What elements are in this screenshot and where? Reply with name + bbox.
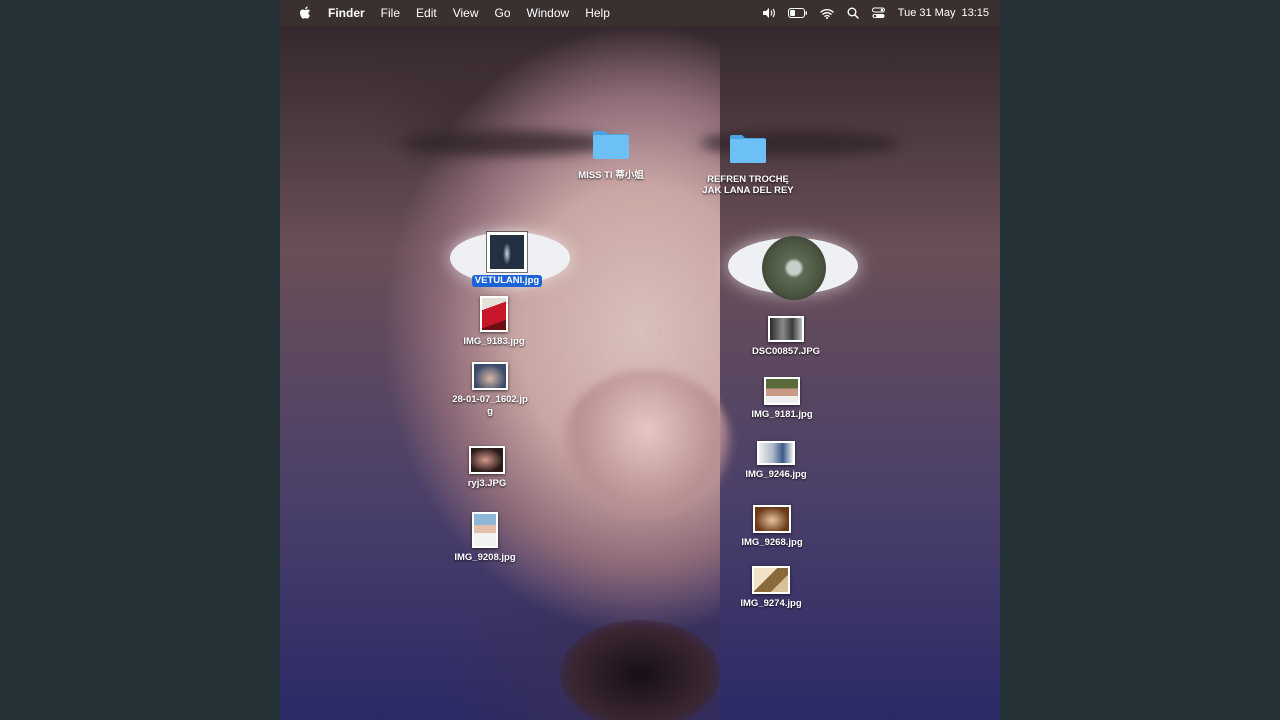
folder-label: MISS TI 蒂小姐 bbox=[578, 169, 644, 181]
spotlight-search-icon[interactable] bbox=[846, 6, 860, 20]
menubar-time: 13:15 bbox=[961, 7, 989, 19]
image-thumbnail-icon bbox=[469, 446, 505, 474]
file-label: DSC00857.JPG bbox=[751, 346, 821, 357]
wallpaper-detail bbox=[562, 370, 732, 520]
apple-menu-icon[interactable] bbox=[298, 5, 312, 21]
control-center-icon[interactable] bbox=[872, 6, 886, 20]
file-label: IMG_9246.jpg bbox=[745, 469, 807, 480]
file-label: VETULANI.jpg bbox=[471, 275, 543, 287]
battery-icon[interactable] bbox=[787, 6, 808, 20]
menu-view[interactable]: View bbox=[453, 6, 479, 20]
file-label: IMG_9274.jpg bbox=[740, 598, 802, 609]
desktop-file[interactable]: 28-01-07_1602.jp g bbox=[444, 362, 536, 417]
menu-help[interactable]: Help bbox=[585, 6, 610, 20]
file-label: IMG_9268.jpg bbox=[741, 537, 803, 548]
volume-icon[interactable] bbox=[762, 6, 776, 20]
desktop-folder[interactable]: MISS TI 蒂小姐 bbox=[568, 128, 654, 181]
desktop-file[interactable]: IMG_9208.jpg bbox=[440, 512, 530, 564]
wifi-icon[interactable] bbox=[820, 6, 834, 20]
file-label: IMG_9183.jpg bbox=[463, 336, 525, 347]
menu-app-finder[interactable]: Finder bbox=[328, 6, 365, 20]
desktop-file[interactable]: IMG_9183.jpg bbox=[448, 296, 540, 348]
image-thumbnail-icon bbox=[753, 505, 791, 533]
wallpaper-detail bbox=[762, 236, 826, 300]
file-label: IMG_9181.jpg bbox=[751, 409, 813, 420]
wallpaper-detail bbox=[560, 620, 720, 720]
image-thumbnail-icon bbox=[752, 566, 790, 594]
menubar-clock[interactable]: Tue 31 May 13:15 bbox=[898, 7, 989, 19]
file-label: 28-01-07_1602.jp g bbox=[452, 394, 528, 417]
desktop-file[interactable]: ryj3.JPG bbox=[442, 446, 532, 490]
image-thumbnail-icon bbox=[472, 512, 498, 548]
desktop-file[interactable]: IMG_9274.jpg bbox=[725, 566, 817, 610]
desktop-file[interactable]: IMG_9268.jpg bbox=[726, 505, 818, 549]
menu-window[interactable]: Window bbox=[527, 6, 570, 20]
desktop-folder[interactable]: REFREN TROCHĘ JAK LANA DEL REY bbox=[698, 132, 798, 197]
image-thumbnail-icon bbox=[472, 362, 508, 390]
folder-label: REFREN TROCHĘ JAK LANA DEL REY bbox=[702, 173, 794, 197]
desktop-file[interactable]: VETULANI.jpg bbox=[462, 232, 552, 287]
menu-go[interactable]: Go bbox=[495, 6, 511, 20]
desktop-file[interactable]: DSC00857.JPG bbox=[740, 316, 832, 358]
menubar-date: Tue 31 May bbox=[897, 7, 956, 19]
image-thumbnail-icon bbox=[757, 441, 795, 465]
image-thumbnail-icon bbox=[487, 232, 527, 272]
desktop-file[interactable]: IMG_9181.jpg bbox=[736, 377, 828, 421]
folder-icon bbox=[730, 135, 766, 163]
image-thumbnail-icon bbox=[480, 296, 508, 332]
image-thumbnail-icon bbox=[764, 377, 800, 405]
file-label: ryj3.JPG bbox=[467, 478, 507, 489]
menu-bar: Finder File Edit View Go Window Help Tue… bbox=[280, 0, 1000, 26]
image-thumbnail-icon bbox=[768, 316, 804, 342]
file-label: IMG_9208.jpg bbox=[454, 552, 516, 563]
menu-file[interactable]: File bbox=[381, 6, 400, 20]
desktop-file[interactable]: IMG_9246.jpg bbox=[730, 441, 822, 481]
menu-edit[interactable]: Edit bbox=[416, 6, 437, 20]
desktop-screen: Finder File Edit View Go Window Help Tue… bbox=[280, 0, 1000, 720]
folder-icon bbox=[593, 131, 629, 159]
